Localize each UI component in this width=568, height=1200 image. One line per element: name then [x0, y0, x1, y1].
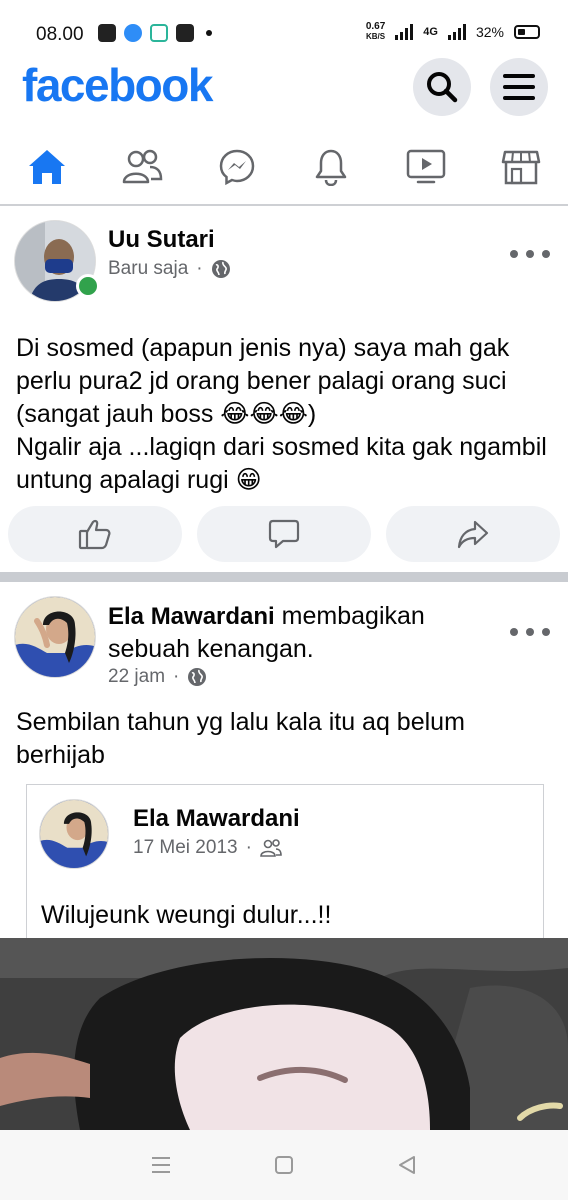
tab-notifications[interactable]	[301, 137, 361, 197]
tab-messenger[interactable]	[207, 137, 267, 197]
battery-percent: 32%	[475, 24, 504, 40]
battery-icon	[514, 25, 540, 39]
post-time[interactable]: 22 jam	[108, 666, 165, 688]
meta-separator: ·	[245, 837, 252, 858]
watch-video-icon	[406, 149, 446, 184]
menu-button[interactable]	[490, 58, 548, 116]
tab-marketplace[interactable]	[491, 137, 551, 197]
shared-date[interactable]: 17 Mei 2013	[133, 837, 238, 859]
memory-photo[interactable]	[0, 938, 568, 1130]
post-actions	[8, 506, 560, 562]
shared-author[interactable]: Ela Mawardani	[133, 805, 300, 833]
messenger-icon	[219, 149, 254, 186]
share-button[interactable]	[386, 506, 560, 562]
signal-icon-2	[447, 24, 466, 40]
app-notification-icon	[98, 24, 116, 42]
post-meta: Baru saja ·	[108, 258, 231, 280]
post-author[interactable]: Uu Sutari	[108, 226, 215, 254]
comment-button[interactable]	[197, 506, 371, 562]
like-button[interactable]	[8, 506, 182, 562]
meta-separator: ·	[173, 666, 180, 687]
hamburger-menu-icon	[503, 74, 535, 100]
online-status-dot	[76, 274, 100, 298]
like-icon	[78, 519, 111, 550]
post-time[interactable]: Baru saja	[108, 258, 188, 280]
globe-icon	[188, 668, 207, 686]
memory-header-text: Ela Mawardani membagikan sebuah kenangan…	[108, 600, 508, 666]
messenger-notification-icon	[124, 24, 142, 42]
shared-text: Wilujeunk weungi dulur...!!	[41, 901, 332, 929]
shared-avatar-photo	[40, 800, 108, 868]
avatar[interactable]	[14, 596, 96, 678]
signal-icon	[395, 24, 414, 40]
network-speed: 0.67 KB/S	[365, 21, 386, 42]
avatar-photo	[15, 597, 95, 677]
facebook-logo[interactable]: facebook	[22, 58, 213, 112]
recent-apps-icon[interactable]	[150, 1155, 172, 1175]
notification-icons	[98, 24, 212, 42]
home-button-icon[interactable]	[273, 1154, 295, 1176]
tab-home[interactable]	[17, 137, 77, 197]
status-bar: 08.00 0.67 KB/S 4G 32%	[0, 0, 568, 60]
post-options-button[interactable]	[510, 244, 550, 264]
post-text: Di sosmed (apapun jenis nya) saya mah ga…	[16, 334, 547, 494]
more-notifications-icon	[206, 30, 212, 36]
status-right: 0.67 KB/S 4G 32%	[366, 22, 540, 42]
shared-avatar[interactable]	[39, 799, 109, 869]
post-meta: 22 jam ·	[108, 666, 207, 688]
post-card-memory: Ela Mawardani membagikan sebuah kenangan…	[0, 582, 568, 954]
friends-audience-icon	[260, 839, 282, 857]
memory-photo-image	[0, 938, 568, 1130]
home-icon	[29, 150, 66, 184]
tab-friends[interactable]	[112, 137, 172, 197]
back-icon[interactable]	[396, 1154, 418, 1176]
comment-icon	[268, 519, 300, 549]
shared-memory-card[interactable]: Ela Mawardani 17 Mei 2013 · Wilujeunk we…	[26, 784, 544, 954]
globe-icon	[211, 260, 230, 278]
meta-separator: ·	[196, 258, 203, 279]
shared-meta: 17 Mei 2013 ·	[133, 837, 282, 859]
search-icon	[427, 72, 458, 103]
app-notification-icon-2	[150, 24, 168, 42]
main-nav-tabs	[0, 130, 568, 206]
share-icon	[457, 520, 489, 549]
status-time: 08.00	[36, 24, 84, 45]
post-author[interactable]: Ela Mawardani	[108, 603, 275, 630]
post-card: Uu Sutari Baru saja · Di sosmed (apapun …	[0, 208, 568, 572]
gmail-notification-icon	[176, 24, 194, 42]
search-button[interactable]	[413, 58, 471, 116]
post-options-button[interactable]	[510, 622, 550, 642]
friends-icon	[122, 149, 163, 184]
network-type: 4G	[423, 26, 438, 38]
system-navigation-bar	[0, 1130, 568, 1200]
feed-divider	[0, 572, 568, 582]
marketplace-store-icon	[501, 150, 540, 185]
post-text: Sembilan tahun yg lalu kala itu aq belum…	[16, 708, 465, 769]
tab-watch[interactable]	[396, 137, 456, 197]
notifications-bell-icon	[316, 149, 347, 186]
